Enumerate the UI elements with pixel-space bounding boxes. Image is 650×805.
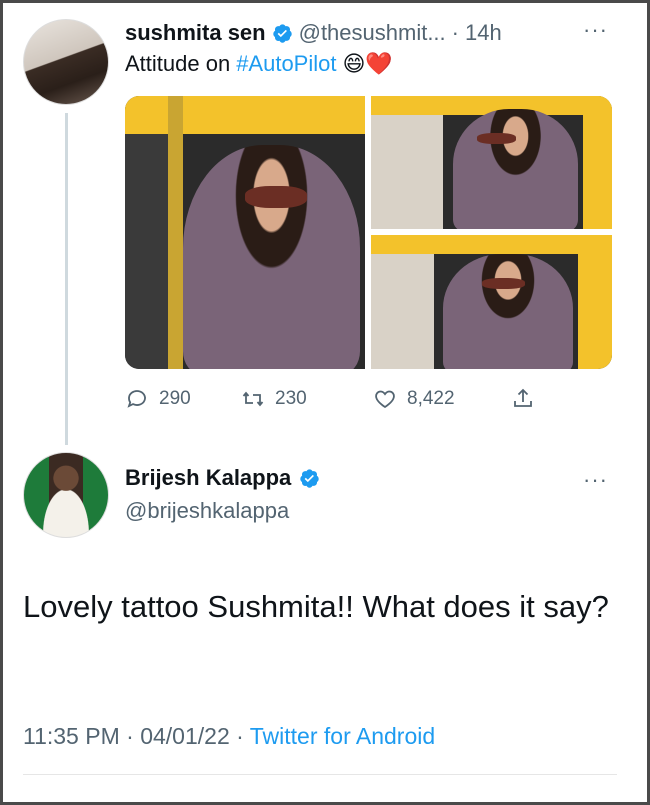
meta-separator: · [236, 723, 244, 749]
reply-count: 290 [159, 388, 191, 409]
tweet-header: sushmita sen @thesushmit... · 14h [125, 17, 502, 49]
meta-separator: · [126, 723, 134, 749]
share-icon [514, 388, 532, 407]
verified-badge-icon [272, 23, 292, 43]
reply-meta: 11:35 PM · 04/01/22 · Twitter for Androi… [23, 723, 435, 750]
tweet-photo-2[interactable] [371, 96, 612, 229]
tweet-text: Attitude on #AutoPilot 😄❤️ [125, 51, 393, 77]
tweet-time[interactable]: 14h [465, 20, 502, 46]
reply-author-avatar[interactable] [23, 452, 109, 538]
meta-separator: · [451, 20, 459, 45]
tweet-photo-3[interactable] [371, 235, 612, 369]
screenshot-frame: sushmita sen @thesushmit... · 14h ··· At… [0, 0, 650, 805]
verified-badge-icon [300, 468, 319, 488]
reply-icon [127, 390, 146, 408]
like-icon [375, 390, 395, 409]
reply-author-name-row: Brijesh Kalappa [125, 465, 320, 491]
hashtag-link[interactable]: #AutoPilot [236, 51, 336, 77]
tweet-media-grid [125, 96, 612, 369]
thread-connector [65, 113, 68, 445]
reply-author-handle[interactable]: @brijeshkalappa [125, 498, 289, 524]
author-handle[interactable]: @thesushmit... [299, 20, 446, 46]
divider [23, 774, 617, 775]
author-avatar[interactable] [23, 19, 109, 105]
tweet-photo-1[interactable] [125, 96, 365, 369]
more-icon[interactable]: ··· [583, 467, 608, 493]
tweet-emojis: 😄❤️ [342, 51, 393, 76]
author-name[interactable]: sushmita sen [125, 20, 266, 46]
reply-text: Lovely tattoo Sushmita!! What does it sa… [23, 589, 609, 624]
reply-time[interactable]: 11:35 PM [23, 723, 120, 749]
reply-date[interactable]: 04/01/22 [140, 723, 230, 749]
reply-author-name[interactable]: Brijesh Kalappa [125, 465, 291, 491]
like-button[interactable]: 8,422 [373, 387, 511, 411]
more-icon[interactable]: ··· [583, 17, 608, 43]
reply-source-link[interactable]: Twitter for Android [250, 723, 435, 749]
tweet-text-prefix: Attitude on [125, 51, 231, 76]
retweet-count: 230 [275, 388, 307, 409]
reply-button[interactable]: 290 [125, 387, 241, 411]
retweet-icon [242, 391, 264, 407]
share-button[interactable] [511, 387, 535, 411]
like-count: 8,422 [407, 388, 455, 409]
retweet-button[interactable]: 230 [241, 387, 373, 411]
tweet-actions: 290 230 8,422 [125, 384, 535, 414]
